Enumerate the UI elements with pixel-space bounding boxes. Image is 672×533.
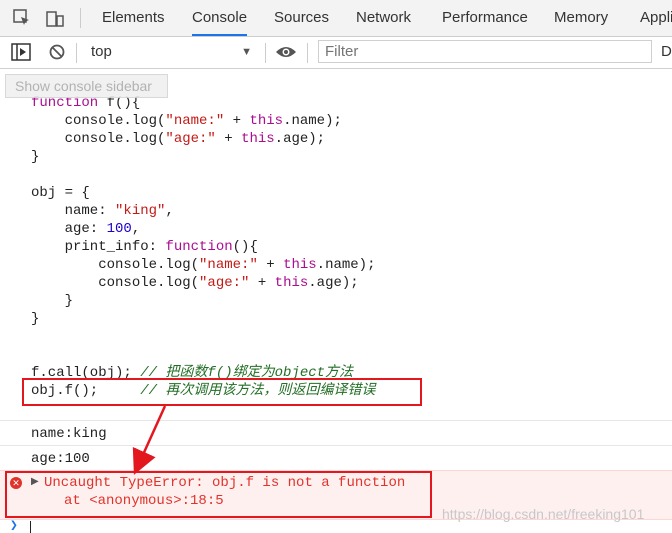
toolbar-divider [265, 43, 266, 63]
live-expression-eye-icon[interactable] [275, 45, 297, 59]
console-log-message: age:100 [31, 451, 90, 467]
annotation-box-error [5, 471, 432, 518]
tab-network[interactable]: Network [356, 0, 411, 36]
tab-memory[interactable]: Memory [554, 0, 608, 36]
chevron-down-icon: ▼ [241, 46, 252, 58]
tab-application[interactable]: Appli [640, 0, 672, 36]
console-log-message: name:king [31, 426, 107, 442]
context-selector[interactable]: top ▼ [86, 41, 258, 63]
filter-input[interactable] [318, 40, 652, 63]
default-levels-dropdown[interactable]: D [661, 43, 672, 60]
console-toolbar: top ▼ D [0, 37, 672, 69]
inspect-element-icon[interactable] [13, 9, 31, 27]
tab-elements[interactable]: Elements [102, 0, 165, 36]
tab-sources[interactable]: Sources [274, 0, 329, 36]
code-input: function f(){ console.log("name:" + this… [31, 95, 376, 399]
show-console-sidebar-icon[interactable] [11, 43, 31, 61]
tab-performance[interactable]: Performance [442, 0, 528, 36]
console-output[interactable]: function f(){ console.log("name:" + this… [0, 69, 672, 533]
annotation-box-call [22, 378, 422, 406]
context-selector-value: top [91, 43, 112, 60]
message-divider [0, 420, 672, 421]
toolbar-divider [76, 43, 77, 63]
clear-console-icon[interactable] [49, 44, 65, 60]
message-divider [0, 445, 672, 446]
device-toolbar-icon[interactable] [46, 9, 64, 27]
devtools-tab-bar: Elements Console Sources Network Perform… [0, 0, 672, 37]
text-caret [30, 521, 31, 533]
toolbar-divider [307, 43, 308, 63]
tooltip: Show console sidebar [5, 74, 168, 98]
prompt-chevron-icon: ❯ [10, 518, 18, 533]
tab-console[interactable]: Console [192, 0, 248, 36]
toolbar-divider [80, 8, 81, 28]
watermark: https://blog.csdn.net/freeking101 [442, 506, 645, 522]
